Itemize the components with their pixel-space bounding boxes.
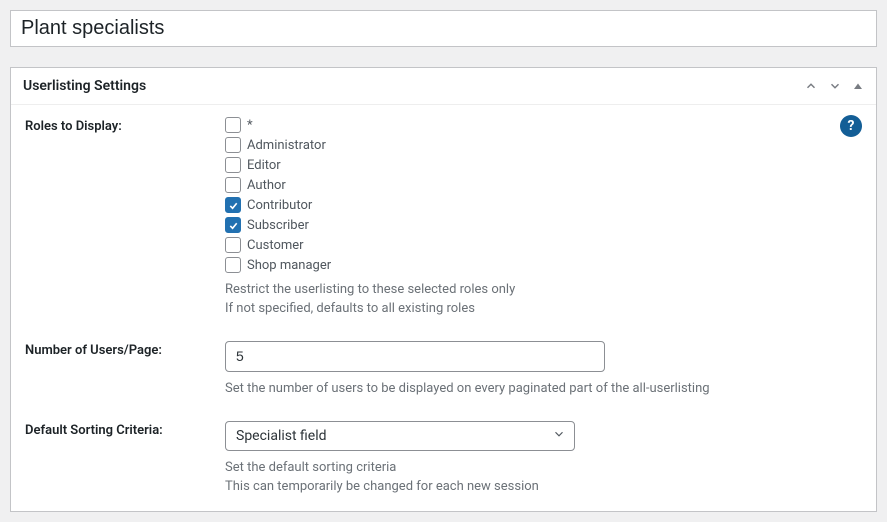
roles-row: Roles to Display: * Administrator Editor Au… xyxy=(25,117,862,319)
users-per-page-field: Set the number of users to be displayed … xyxy=(225,341,862,399)
sorting-hint: Set the default sorting criteria This ca… xyxy=(225,459,862,497)
panel-title: Userlisting Settings xyxy=(23,78,146,94)
userlisting-panel: Userlisting Settings ? Roles to Display:… xyxy=(10,67,877,512)
role-checkbox[interactable] xyxy=(225,257,241,273)
chevron-down-icon xyxy=(552,427,566,445)
role-item: Subscriber xyxy=(225,217,862,233)
collapse-icon[interactable] xyxy=(852,80,864,92)
role-label: Contributor xyxy=(247,198,312,213)
sorting-field: Specialist field Set the default sorting… xyxy=(225,421,862,497)
role-checkbox[interactable] xyxy=(225,157,241,173)
role-label: Customer xyxy=(247,238,304,253)
title-input[interactable] xyxy=(21,17,866,40)
role-checkbox[interactable] xyxy=(225,197,241,213)
move-down-icon[interactable] xyxy=(828,79,842,93)
users-per-page-hint: Set the number of users to be displayed … xyxy=(225,380,862,399)
role-label: * xyxy=(247,118,253,133)
role-checkbox[interactable] xyxy=(225,117,241,133)
role-label: Shop manager xyxy=(247,258,331,273)
roles-field: * Administrator Editor Author Contributor Sub… xyxy=(225,117,862,319)
roles-label: Roles to Display: xyxy=(25,117,225,134)
users-per-page-label: Number of Users/Page: xyxy=(25,341,225,358)
role-item: Administrator xyxy=(225,137,862,153)
role-label: Administrator xyxy=(247,138,326,153)
panel-header: Userlisting Settings xyxy=(11,68,876,105)
role-label: Author xyxy=(247,178,286,193)
panel-controls xyxy=(804,79,864,93)
role-item: Editor xyxy=(225,157,862,173)
sorting-select-value: Specialist field xyxy=(236,428,327,444)
role-checkbox[interactable] xyxy=(225,177,241,193)
role-item: Author xyxy=(225,177,862,193)
panel-body: ? Roles to Display: * Administrator Editor… xyxy=(11,105,876,511)
role-label: Editor xyxy=(247,158,281,173)
role-checkbox[interactable] xyxy=(225,137,241,153)
role-item: Contributor xyxy=(225,197,862,213)
title-box xyxy=(10,10,877,47)
sorting-label: Default Sorting Criteria: xyxy=(25,421,225,438)
roles-checkbox-list: * Administrator Editor Author Contributor Sub… xyxy=(225,117,862,273)
users-per-page-input[interactable] xyxy=(225,341,605,373)
role-item: Customer xyxy=(225,237,862,253)
sorting-row: Default Sorting Criteria: Specialist fie… xyxy=(25,421,862,497)
help-icon[interactable]: ? xyxy=(840,115,862,137)
users-per-page-row: Number of Users/Page: Set the number of … xyxy=(25,341,862,399)
role-checkbox[interactable] xyxy=(225,217,241,233)
sorting-select[interactable]: Specialist field xyxy=(225,421,575,451)
role-label: Subscriber xyxy=(247,218,309,233)
role-checkbox[interactable] xyxy=(225,237,241,253)
move-up-icon[interactable] xyxy=(804,79,818,93)
sorting-select-wrap: Specialist field xyxy=(225,421,575,451)
role-item: Shop manager xyxy=(225,257,862,273)
role-item: * xyxy=(225,117,862,133)
roles-hint: Restrict the userlisting to these select… xyxy=(225,281,862,319)
